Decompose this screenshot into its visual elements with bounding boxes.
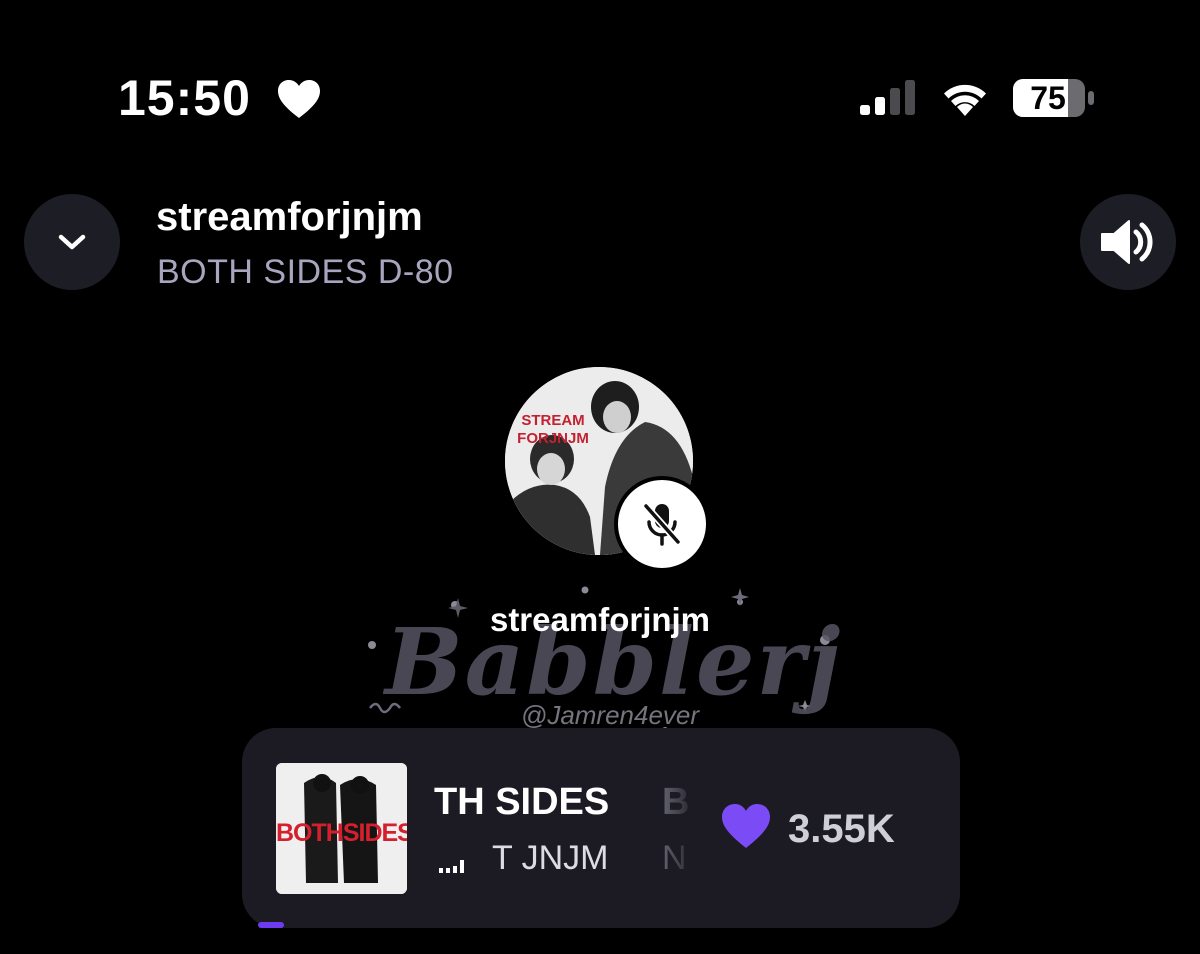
mic-muted-badge (614, 476, 710, 572)
chevron-down-icon (58, 234, 86, 250)
battery-percent: 75 (1030, 80, 1066, 116)
now-playing-card[interactable]: BOTHSIDES TH SIDES B T JNJM N 3.55K (242, 728, 960, 928)
avatar-text-line2: FORJNJM (517, 430, 589, 447)
heart-icon (278, 80, 320, 118)
watermark-handle: @Jamren4ever (520, 700, 700, 730)
progress-indicator (258, 922, 284, 928)
wifi-icon (944, 84, 986, 116)
room-host-name: streamforjnjm (156, 195, 423, 239)
speaker-name: streamforjnjm (489, 601, 711, 638)
mic-off-icon (642, 502, 682, 546)
room-subtitle: BOTH SIDES D-80 (157, 253, 454, 291)
speaker-volume-icon (1101, 220, 1153, 264)
volume-button[interactable] (1080, 194, 1176, 290)
album-art: BOTHSIDES (276, 763, 407, 894)
album-art-text: BOTHSIDES (276, 819, 407, 847)
equalizer-icon (439, 860, 464, 873)
status-time: 15:50 (118, 70, 251, 126)
avatar-text-line1: STREAM (521, 412, 584, 429)
marquee-fade-right (642, 768, 698, 898)
like-count: 3.55K (788, 807, 895, 851)
audio-room-screen: 15:50 75 streamforjnjm BOTH SIDES D-80 B… (0, 0, 1200, 954)
track-title: TH SIDES (434, 781, 610, 823)
collapse-button[interactable] (24, 194, 120, 290)
heart-icon[interactable] (720, 802, 772, 850)
track-artist: T JNJM (492, 839, 609, 877)
signal-icon (860, 80, 915, 115)
